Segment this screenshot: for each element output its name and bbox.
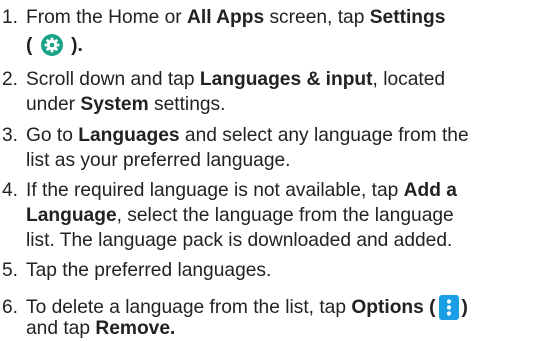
step-1-line-1: From the Home or All Apps screen, tap Se…	[26, 7, 446, 28]
step-4-line-1: If the required language is not availabl…	[26, 180, 457, 201]
step-3-line-2: list as your preferred language.	[26, 150, 291, 171]
step-4-line-2: Language, select the language from the l…	[26, 205, 454, 226]
languages-label: Languages	[78, 125, 180, 146]
step-number: 1.	[2, 7, 19, 28]
settings-label: Settings	[369, 7, 446, 28]
language-label: Language	[26, 205, 117, 226]
languages-input-label: Languages & input	[199, 69, 373, 90]
step-2-line-2: under System settings.	[26, 94, 226, 115]
system-label: System	[80, 94, 149, 115]
instruction-steps: 1. From the Home or All Apps screen, tap…	[0, 0, 557, 339]
step-number: 2.	[2, 69, 19, 90]
step-4-line-3: list. The language pack is downloaded an…	[26, 230, 453, 251]
add-a-label: Add a	[403, 180, 457, 201]
remove-label: Remove.	[95, 318, 176, 339]
step-5-line-1: Tap the preferred languages.	[26, 260, 272, 281]
step-3-line-1: Go to Languages and select any language …	[26, 125, 469, 146]
step-number: 4.	[2, 180, 19, 201]
step-2-line-1: Scroll down and tap Languages & input, l…	[26, 69, 446, 90]
step-number: 6.	[2, 297, 19, 318]
step-1-line-2: ( ).	[26, 34, 83, 56]
step-number: 3.	[2, 125, 19, 146]
step-number: 5.	[2, 260, 19, 281]
step-6-line-2: and tap Remove.	[26, 318, 176, 339]
all-apps-label: All Apps	[187, 7, 265, 28]
options-label: Options (	[351, 297, 436, 318]
more-vertical-icon	[438, 295, 459, 320]
settings-gear-icon	[40, 34, 63, 56]
